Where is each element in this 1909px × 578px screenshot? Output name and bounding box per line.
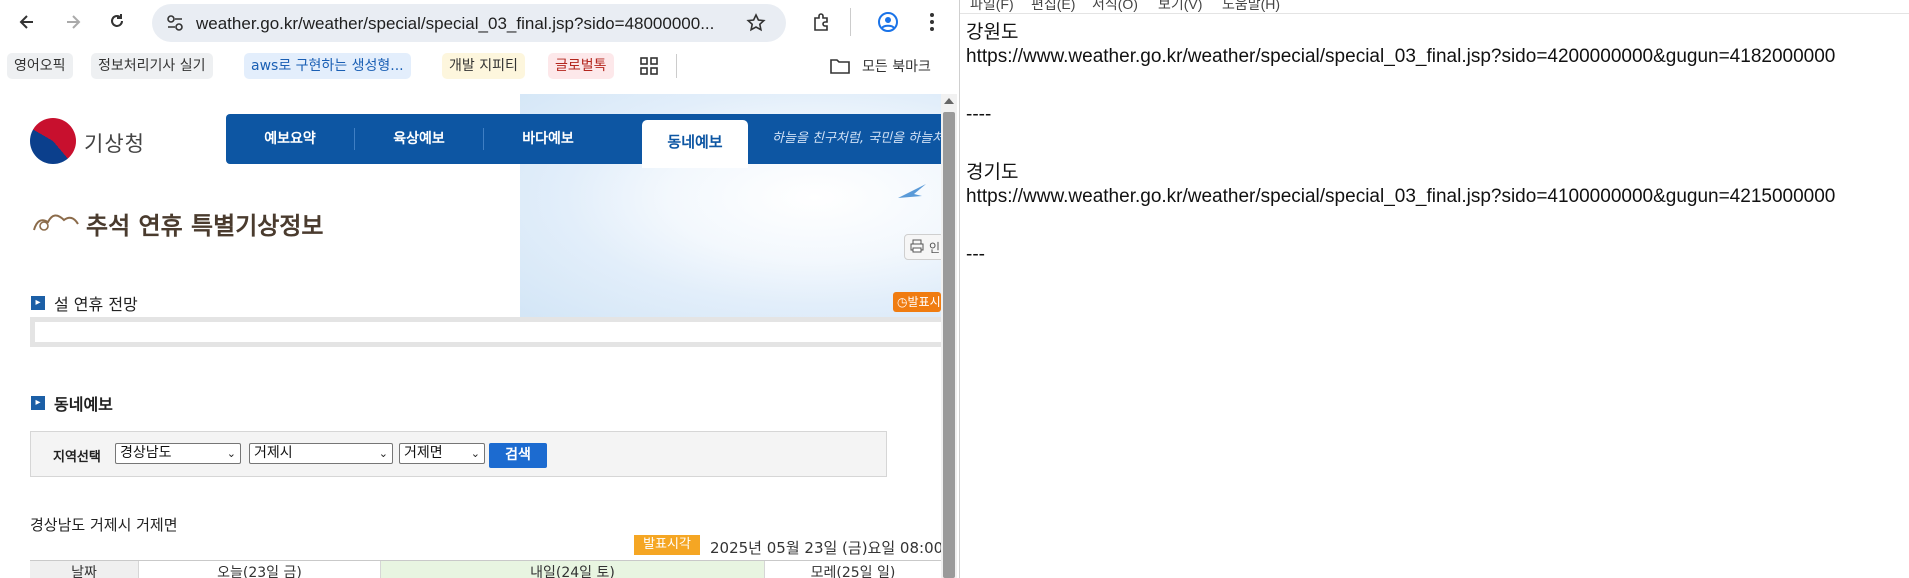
chevron-down-icon: ⌄ xyxy=(226,447,236,460)
notepad-window: 파일(F) 편집(E) 서식(O) 보기(V) 도움말(H) 강원도 https… xyxy=(959,0,1909,578)
gugun-select[interactable]: 거제시 ⌄ xyxy=(249,443,393,464)
menu-kebab-icon[interactable] xyxy=(919,9,945,35)
bookmark-item[interactable]: 글로벌톡 xyxy=(548,53,614,79)
scroll-up-icon[interactable] xyxy=(944,98,954,104)
holiday-forecast-box xyxy=(30,317,941,347)
url-text[interactable]: weather.go.kr/weather/special/special_03… xyxy=(196,14,714,34)
text-line: --- xyxy=(966,244,985,265)
scrollbar-thumb[interactable] xyxy=(943,112,955,578)
apps-grid-icon[interactable] xyxy=(640,57,658,79)
folder-icon xyxy=(830,57,850,79)
page-scrollbar[interactable] xyxy=(941,94,957,578)
bookmark-item[interactable]: 개발 지피티 xyxy=(442,53,525,79)
chevron-down-icon: ⌄ xyxy=(470,447,480,460)
menu-view[interactable]: 보기(V) xyxy=(1158,0,1202,14)
bookmark-item[interactable]: aws로 구현하는 생성형... xyxy=(244,53,411,79)
back-icon[interactable] xyxy=(14,9,40,35)
text-line: ---- xyxy=(966,104,992,125)
all-bookmarks-link[interactable]: 모든 북마크 xyxy=(862,56,931,76)
page-title: 추석 연휴 특별기상정보 xyxy=(86,212,324,240)
bookmarks-bar: 영어오픽 정보처리기사 실기 aws로 구현하는 생성형... 개발 지피티 글… xyxy=(0,50,957,84)
section-title-local: 동네예보 xyxy=(54,395,113,414)
nav-item[interactable]: 예보요약 xyxy=(226,114,354,164)
text-line: 경기도 xyxy=(966,162,1019,183)
dong-select[interactable]: 거제면 ⌄ xyxy=(399,443,485,464)
notepad-menubar: 파일(F) 편집(E) 서식(O) 보기(V) 도움말(H) xyxy=(960,0,1909,14)
bookmarks-divider xyxy=(676,54,677,78)
nav-item[interactable]: 육상예보 xyxy=(355,114,483,164)
bookmark-item[interactable]: 영어오픽 xyxy=(7,53,73,79)
table-header-date: 날짜 xyxy=(30,561,138,578)
cloud-ornament-icon xyxy=(30,210,82,236)
site-info-icon[interactable] xyxy=(166,14,184,36)
section-title-holiday: 설 연휴 전망 xyxy=(54,295,138,314)
table-header-today: 오늘(23일 금) xyxy=(138,561,380,578)
text-line: https://www.weather.go.kr/weather/specia… xyxy=(966,186,1836,207)
table-header-dayafter: 모레(25일 일) xyxy=(764,561,941,578)
menu-format[interactable]: 서식(O) xyxy=(1092,0,1138,14)
chevron-down-icon: ⌄ xyxy=(378,447,388,460)
text-line: 강원도 xyxy=(966,22,1019,43)
nav-item[interactable]: 바다예보 xyxy=(484,114,612,164)
menu-edit[interactable]: 편집(E) xyxy=(1031,0,1075,14)
release-badge-label: 발표시 xyxy=(907,295,941,309)
sido-select[interactable]: 경상남도 ⌄ xyxy=(115,443,241,464)
profile-icon[interactable] xyxy=(875,9,901,35)
toolbar-divider xyxy=(850,8,851,36)
browser-window: weather.go.kr/weather/special/special_03… xyxy=(0,0,957,578)
sido-select-value: 경상남도 xyxy=(120,445,172,461)
forward-icon[interactable] xyxy=(60,9,86,35)
table-header-tomorrow: 내일(24일 토) xyxy=(380,561,764,578)
section-bullet-icon: ▸ xyxy=(31,296,45,310)
clock-icon: ◷ xyxy=(897,295,908,309)
search-button[interactable]: 검색 xyxy=(489,443,547,468)
gugun-select-value: 거제시 xyxy=(254,445,293,461)
release-time: 2025년 05월 23일 (금)요일 08:00 xyxy=(710,539,941,557)
region-select-label: 지역선택 xyxy=(53,450,101,465)
address-bar[interactable]: weather.go.kr/weather/special/special_03… xyxy=(152,4,786,42)
forecast-table-header: 날짜 오늘(23일 금) 내일(24일 토) 모레(25일 일) xyxy=(30,560,941,578)
release-time-badge: 발표시각 xyxy=(634,535,700,555)
region-search-box: 지역선택 경상남도 ⌄ 거제시 ⌄ 거제면 ⌄ 검색 xyxy=(30,431,887,477)
release-badge[interactable]: ◷발표시 xyxy=(893,292,941,312)
print-button[interactable]: 인 xyxy=(904,234,941,260)
print-label: 인 xyxy=(929,241,941,255)
kma-logo-text[interactable]: 기상청 xyxy=(84,128,145,158)
bird-icon xyxy=(896,180,930,206)
reload-icon[interactable] xyxy=(104,9,130,35)
section-bullet-icon: ▸ xyxy=(31,396,45,410)
print-icon xyxy=(910,239,924,256)
extensions-icon[interactable] xyxy=(808,9,834,35)
star-icon[interactable] xyxy=(746,13,766,37)
browser-toolbar: weather.go.kr/weather/special/special_03… xyxy=(0,0,957,44)
main-nav: 예보요약 육상예보 바다예보 하늘을 친구처럼, 국민을 하늘처럼 xyxy=(226,114,941,164)
location-text: 경상남도 거제시 거제면 xyxy=(30,516,178,534)
web-page: 기상청 예보요약 육상예보 바다예보 하늘을 친구처럼, 국민을 하늘처럼 동네… xyxy=(0,94,941,578)
dong-select-value: 거제면 xyxy=(404,445,443,461)
menu-help[interactable]: 도움말(H) xyxy=(1222,0,1280,14)
menu-file[interactable]: 파일(F) xyxy=(970,0,1014,14)
slogan-text: 하늘을 친구처럼, 국민을 하늘처럼 xyxy=(772,131,941,146)
kma-logo[interactable] xyxy=(30,118,76,164)
text-line: https://www.weather.go.kr/weather/specia… xyxy=(966,46,1836,67)
nav-item-active[interactable]: 동네예보 xyxy=(642,120,748,168)
bookmark-item[interactable]: 정보처리기사 실기 xyxy=(91,53,213,79)
